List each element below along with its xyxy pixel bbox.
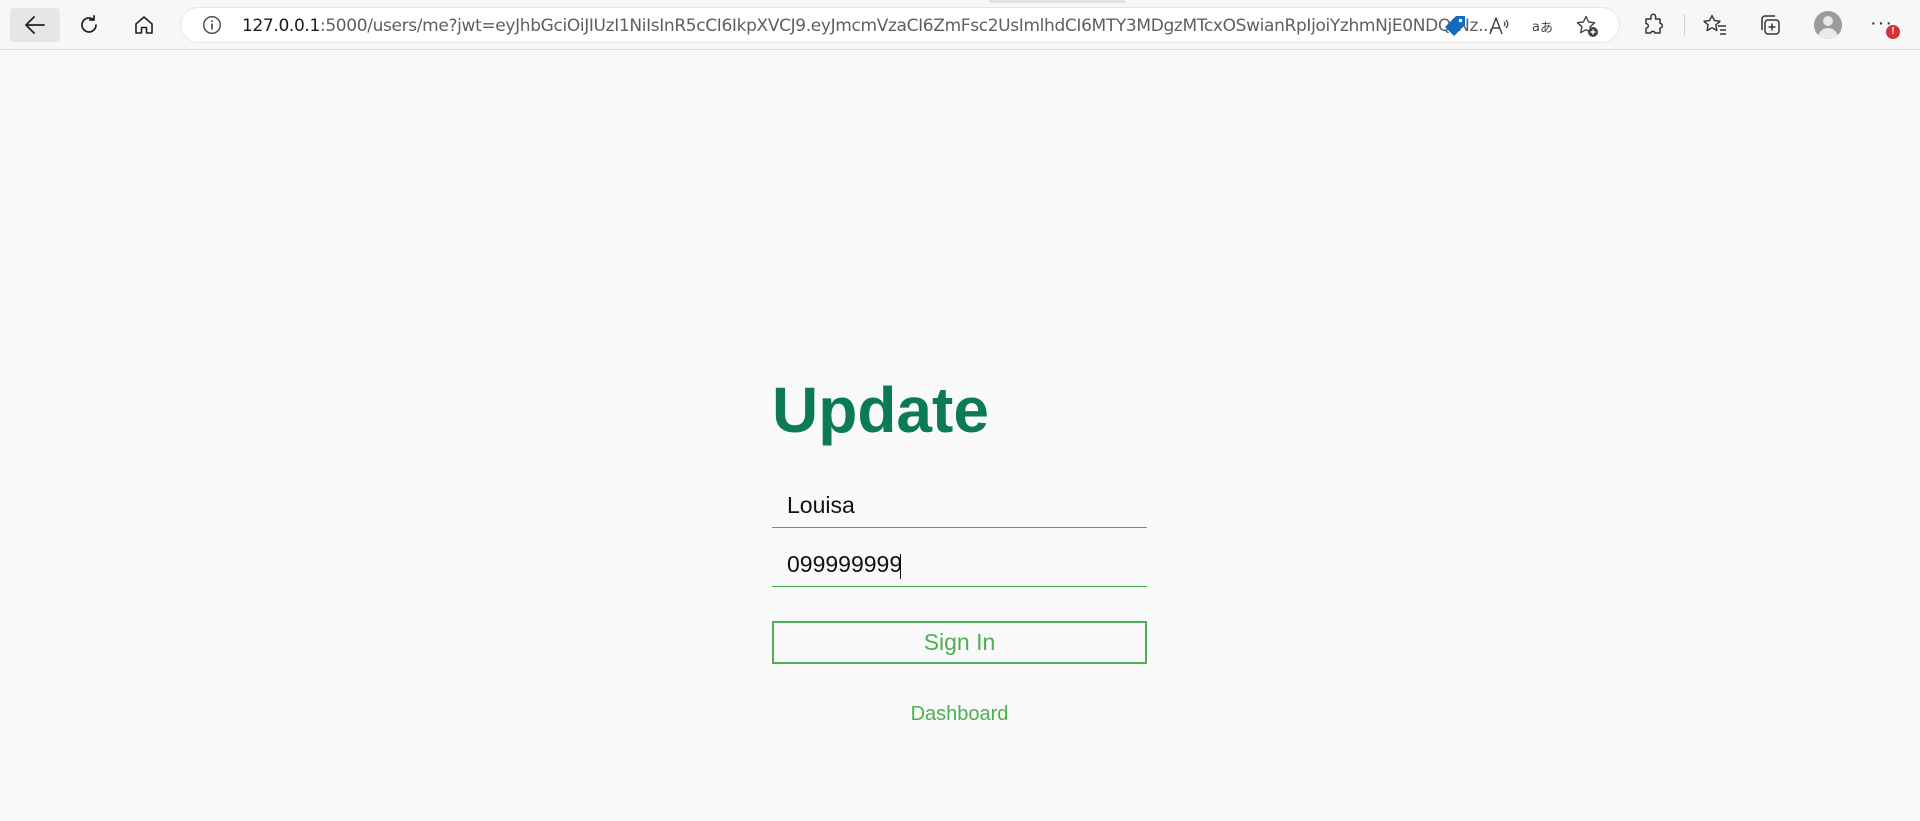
toolbar-divider xyxy=(1684,14,1685,36)
page-content: Update Sign In Dashboard xyxy=(0,50,1920,821)
text-cursor xyxy=(900,554,901,579)
extensions-icon xyxy=(1645,13,1664,34)
extensions-button[interactable] xyxy=(1639,10,1669,40)
info-icon[interactable] xyxy=(202,15,222,35)
url-text[interactable]: 127.0.0.1:5000/users/me?jwt=eyJhbGciOiJI… xyxy=(242,16,1494,36)
read-aloud-icon xyxy=(1489,17,1509,35)
reload-icon xyxy=(81,14,97,33)
phone-input[interactable] xyxy=(772,543,1147,587)
collections-button[interactable] xyxy=(1755,10,1785,40)
favorites-button[interactable] xyxy=(1700,10,1730,40)
translate-button[interactable]: a あ xyxy=(1530,13,1556,39)
add-favorite-icon xyxy=(1576,15,1598,37)
read-aloud-button[interactable] xyxy=(1486,13,1512,39)
collections-icon xyxy=(1761,15,1780,35)
page-title: Update xyxy=(772,374,989,446)
favorites-icon xyxy=(1703,14,1726,35)
add-favorite-button[interactable] xyxy=(1574,13,1600,39)
tab-strip-edge xyxy=(990,0,1125,3)
browser-toolbar: 127.0.0.1:5000/users/me?jwt=eyJhbGciOiJI… xyxy=(0,0,1920,50)
sign-in-button[interactable]: Sign In xyxy=(772,621,1147,664)
back-button[interactable] xyxy=(10,8,60,42)
more-menu-button[interactable]: ··· ! xyxy=(1866,10,1906,40)
address-bar[interactable]: 127.0.0.1:5000/users/me?jwt=eyJhbGciOiJI… xyxy=(180,7,1620,43)
svg-text:あ: あ xyxy=(1540,21,1553,36)
home-button[interactable] xyxy=(122,8,166,42)
update-form: Update Sign In Dashboard xyxy=(772,373,1147,725)
translate-icon: a あ xyxy=(1532,20,1553,36)
alert-badge: ! xyxy=(1886,25,1900,39)
price-tag-icon xyxy=(1445,16,1465,36)
home-icon xyxy=(135,16,153,34)
reload-button[interactable] xyxy=(67,8,111,42)
name-input[interactable] xyxy=(772,484,1147,528)
coupon-button[interactable] xyxy=(1442,13,1468,39)
dashboard-link[interactable]: Dashboard xyxy=(772,703,1147,726)
svg-text:a: a xyxy=(1532,20,1540,35)
profile-avatar-icon[interactable] xyxy=(1814,11,1842,39)
url-path: :5000/users/me?jwt=eyJhbGciOiJIUzI1NiIsI… xyxy=(319,16,1494,36)
back-arrow-icon xyxy=(25,16,45,34)
url-host: 127.0.0.1 xyxy=(242,16,320,36)
